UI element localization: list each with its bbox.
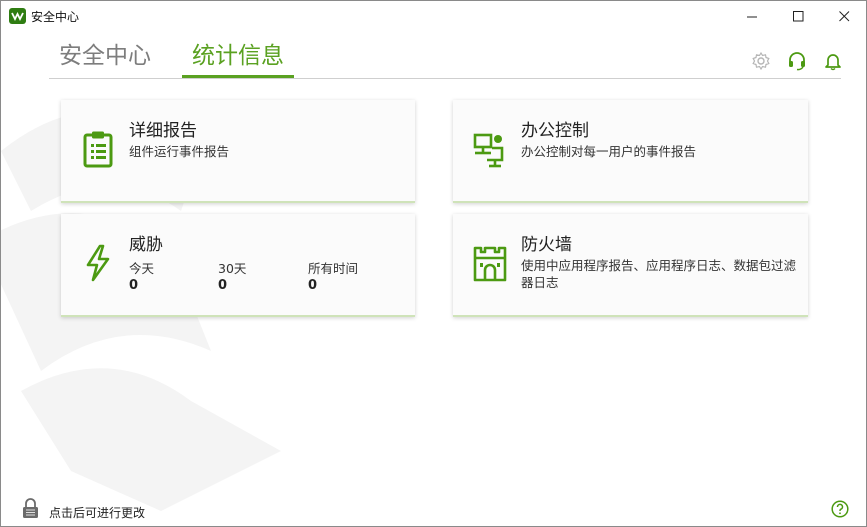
clipboard-icon bbox=[83, 131, 113, 168]
lock-hint-text[interactable]: 点击后可进行更改 bbox=[49, 504, 145, 521]
help-icon[interactable] bbox=[831, 500, 849, 518]
stat-all-time: 所有时间 0 bbox=[308, 258, 358, 293]
card-threats[interactable]: 威胁 今天 0 30天 0 所有时间 0 bbox=[61, 214, 415, 317]
stat-value: 0 bbox=[129, 278, 139, 293]
stat-value: 0 bbox=[308, 278, 318, 293]
card-description: 办公控制对每一用户的事件报告 bbox=[521, 144, 697, 159]
stat-30-days: 30天 0 bbox=[218, 258, 246, 293]
card-title: 威胁 bbox=[129, 235, 163, 255]
window-title: 安全中心 bbox=[31, 10, 80, 24]
main-tabs: 安全中心 统计信息 bbox=[49, 41, 841, 79]
close-icon bbox=[838, 10, 849, 21]
app-window: 安全中心 安全中心 统计信息 详细报告 组件运行事件报告 办公控制 办公控制对每… bbox=[0, 0, 867, 527]
stat-today: 今天 0 bbox=[129, 258, 154, 293]
card-detailed-reports[interactable]: 详细报告 组件运行事件报告 bbox=[61, 100, 415, 203]
tab-security-center[interactable]: 安全中心 bbox=[49, 41, 161, 77]
maximize-icon bbox=[792, 10, 803, 21]
gear-icon[interactable] bbox=[751, 51, 771, 71]
minimize-button[interactable] bbox=[729, 1, 775, 31]
workstation-icon bbox=[473, 133, 504, 168]
lock-icon[interactable] bbox=[22, 497, 39, 519]
bell-icon[interactable] bbox=[823, 51, 843, 71]
card-description: 使用中应用程序报告、应用程序日志、数据包过滤器日志 bbox=[521, 258, 797, 290]
lightning-icon bbox=[86, 244, 110, 282]
card-description: 组件运行事件报告 bbox=[129, 144, 230, 159]
card-firewall[interactable]: 防火墙 使用中应用程序报告、应用程序日志、数据包过滤器日志 bbox=[453, 214, 808, 317]
tab-statistics[interactable]: 统计信息 bbox=[182, 41, 294, 78]
card-title: 详细报告 bbox=[129, 121, 197, 141]
card-title: 办公控制 bbox=[521, 121, 589, 141]
headset-icon[interactable] bbox=[787, 51, 807, 71]
app-logo-icon bbox=[9, 8, 26, 24]
card-title: 防火墙 bbox=[521, 235, 572, 255]
stat-label: 今天 bbox=[129, 261, 155, 276]
minimize-icon bbox=[746, 16, 757, 17]
title-bar[interactable]: 安全中心 bbox=[1, 1, 866, 31]
castle-icon bbox=[473, 246, 507, 282]
stat-label: 所有时间 bbox=[308, 261, 359, 276]
stat-value: 0 bbox=[218, 278, 228, 293]
maximize-button[interactable] bbox=[775, 1, 821, 31]
stat-label: 30天 bbox=[218, 261, 247, 276]
close-button[interactable] bbox=[821, 1, 866, 31]
card-office-control[interactable]: 办公控制 办公控制对每一用户的事件报告 bbox=[453, 100, 808, 203]
